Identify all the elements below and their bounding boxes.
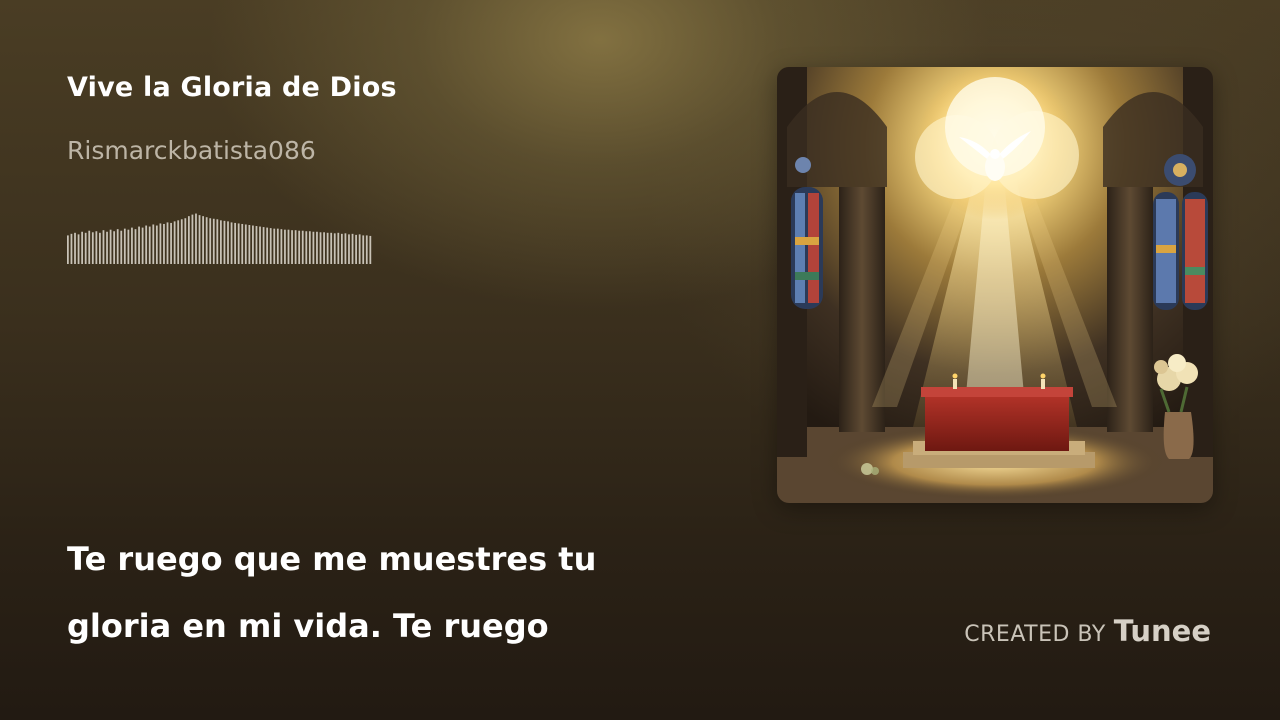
waveform-bar <box>220 220 222 264</box>
waveform-bar <box>123 228 126 264</box>
waveform-bar <box>187 216 190 264</box>
waveform-bar <box>120 230 123 264</box>
church-altar-dove-artwork <box>777 67 1213 503</box>
waveform-bar <box>227 221 229 264</box>
waveform-bar <box>252 225 254 264</box>
waveform-bar <box>312 231 315 264</box>
waveform-bar <box>212 218 215 264</box>
waveform-bar <box>159 223 162 264</box>
waveform-bar <box>109 229 112 264</box>
waveform-bar <box>113 231 116 264</box>
waveform-bar <box>241 223 244 264</box>
waveform-bar <box>67 235 69 264</box>
waveform-bar <box>269 228 272 264</box>
audio-waveform <box>67 213 372 264</box>
waveform-bar <box>141 227 144 264</box>
waveform-bar <box>291 230 293 264</box>
waveform-bar <box>138 226 140 264</box>
waveform-bar <box>369 235 372 264</box>
waveform-bar <box>116 229 119 264</box>
created-by-credit: CREATED BY Tunee <box>964 614 1211 648</box>
waveform-bar <box>230 222 233 264</box>
waveform-bar <box>276 228 279 264</box>
waveform-bar <box>301 230 304 264</box>
waveform-bar <box>99 232 101 264</box>
waveform-bar <box>223 220 226 264</box>
waveform-bar <box>202 216 204 264</box>
waveform-bar <box>333 233 336 264</box>
waveform-bar <box>173 221 176 264</box>
waveform-bar <box>134 229 137 264</box>
waveform-bar <box>266 227 269 264</box>
waveform-bar <box>205 217 208 264</box>
waveform-bar <box>273 228 276 264</box>
waveform-bar <box>81 231 84 264</box>
waveform-bar <box>234 222 237 264</box>
song-title: Vive la Gloria de Dios <box>67 72 397 103</box>
waveform-bar <box>195 213 197 264</box>
waveform-bar <box>95 231 98 264</box>
waveform-bar <box>255 226 258 264</box>
waveform-bar <box>355 234 357 264</box>
waveform-bar <box>209 218 212 264</box>
waveform-bar <box>102 230 105 264</box>
waveform-bar <box>163 223 165 264</box>
artist-name: Rismarckbatista086 <box>67 136 316 165</box>
waveform-bar <box>319 232 322 264</box>
waveform-bar <box>127 229 130 264</box>
waveform-bar <box>330 232 333 264</box>
waveform-bar <box>155 225 158 264</box>
waveform-bar <box>184 218 187 264</box>
waveform-bar <box>106 231 108 264</box>
waveform-bar <box>177 220 180 264</box>
waveform-bar <box>344 233 347 264</box>
waveform-bar <box>337 232 340 264</box>
waveform-bar <box>348 234 350 264</box>
waveform-bar <box>77 234 80 264</box>
waveform-bar <box>262 227 265 264</box>
waveform-bar <box>305 231 308 264</box>
waveform-bar <box>284 229 286 264</box>
waveform-bar <box>316 231 318 264</box>
credit-prefix: CREATED BY <box>964 622 1106 647</box>
waveform-bar <box>362 235 365 264</box>
waveform-bar <box>358 234 361 264</box>
waveform-bar <box>70 233 73 264</box>
waveform-bar <box>340 233 343 264</box>
brand-logo-text: Tunee <box>1113 614 1211 648</box>
waveform-bar <box>74 232 76 264</box>
waveform-bar <box>152 224 155 264</box>
waveform-bar <box>294 230 297 264</box>
waveform-bar <box>248 225 251 264</box>
waveform-bar <box>84 232 87 264</box>
waveform-bar <box>198 215 201 264</box>
waveform-bar <box>216 219 219 264</box>
lyric-line-current: Te ruego que me muestres tu <box>67 540 597 578</box>
waveform-bar <box>351 233 354 264</box>
cover-art <box>777 67 1213 503</box>
waveform-bar <box>180 219 183 264</box>
waveform-bar <box>323 232 325 264</box>
waveform-bar <box>280 229 283 264</box>
waveform-bar <box>244 224 247 264</box>
waveform-bar <box>131 227 133 264</box>
lyric-line-next: gloria en mi vida. Te ruego <box>67 607 549 645</box>
waveform-bar <box>365 235 368 264</box>
waveform-bar <box>298 230 301 264</box>
waveform-bar <box>148 226 151 264</box>
waveform-bar <box>91 232 94 264</box>
waveform-bar <box>237 223 240 264</box>
waveform-bar <box>88 230 91 264</box>
waveform-bar <box>308 231 311 264</box>
waveform-bar <box>166 222 169 264</box>
waveform-bar <box>326 232 329 264</box>
waveform-bar <box>259 226 261 264</box>
waveform-bar <box>170 222 172 264</box>
waveform-bar <box>287 229 290 264</box>
waveform-bar <box>145 225 148 264</box>
waveform-bar <box>191 214 194 264</box>
